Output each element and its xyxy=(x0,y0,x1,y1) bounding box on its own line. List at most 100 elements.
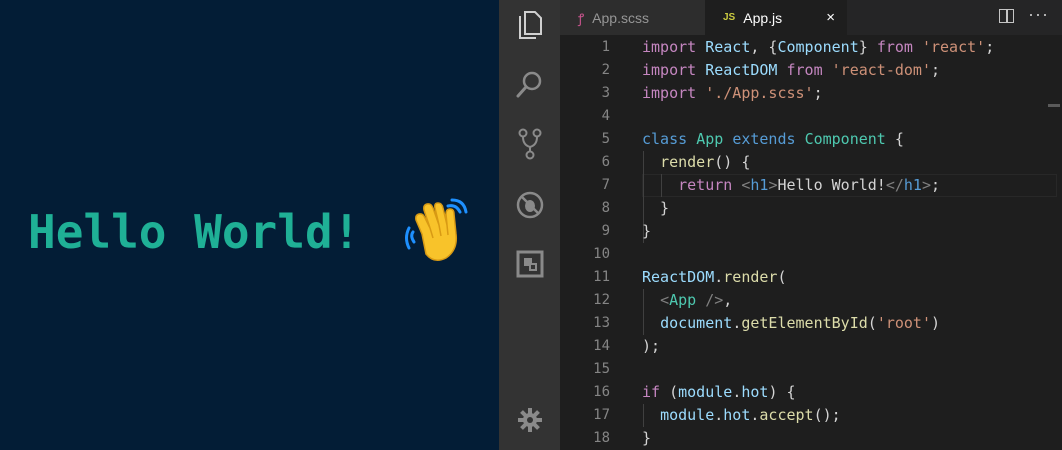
code-text: <App />, xyxy=(642,289,732,312)
code-line[interactable]: 10 xyxy=(560,243,1062,266)
explorer-icon[interactable] xyxy=(514,8,546,40)
code-line[interactable]: 2 import ReactDOM from 'react-dom'; xyxy=(560,59,1062,82)
line-number: 5 xyxy=(601,131,610,147)
code-line[interactable]: 13 document.getElementById('root') xyxy=(560,312,1062,335)
line-number: 18 xyxy=(593,430,610,446)
code-line[interactable]: 18} xyxy=(560,427,1062,450)
code-line[interactable]: 8 } xyxy=(560,197,1062,220)
code-token: ) xyxy=(931,314,941,332)
code-text: } xyxy=(642,220,651,243)
code-text: document.getElementById('root') xyxy=(642,312,940,335)
code-token: import xyxy=(642,38,697,56)
code-token: ReactDOM xyxy=(705,61,778,79)
tab-app-scss[interactable]: ꝭ App.scss xyxy=(560,0,705,35)
code-line[interactable]: 14); xyxy=(560,335,1062,358)
code-editor[interactable]: 1 import React, {Component} from 'react';… xyxy=(560,35,1062,450)
code-line[interactable]: 4 xyxy=(560,105,1062,128)
code-token: from xyxy=(786,61,823,79)
code-token: module xyxy=(660,406,715,424)
activity-bar xyxy=(499,0,560,450)
code-token: . xyxy=(714,268,724,286)
line-number: 16 xyxy=(593,384,610,400)
close-icon[interactable]: × xyxy=(826,9,835,26)
extensions-icon[interactable] xyxy=(514,248,546,280)
code-token: return xyxy=(678,176,733,194)
code-token: getElementById xyxy=(741,314,868,332)
js-file-icon: JS xyxy=(723,12,736,23)
code-token: < xyxy=(660,291,670,309)
settings-gear-icon[interactable] xyxy=(514,404,546,436)
code-token: accept xyxy=(759,406,814,424)
line-number: 9 xyxy=(601,223,610,239)
code-line[interactable]: 16 if (module.hot) { xyxy=(560,381,1062,404)
code-token: > xyxy=(921,176,931,194)
code-token: } xyxy=(642,222,652,240)
code-token: render xyxy=(660,153,715,171)
code-text: return <h1>Hello World!</h1>; xyxy=(642,174,940,197)
code-token: 'root' xyxy=(876,314,931,332)
code-token: App xyxy=(669,291,697,309)
code-token: ); xyxy=(642,337,661,355)
line-number: 11 xyxy=(593,269,610,285)
code-line[interactable]: 5 class App extends Component { xyxy=(560,128,1062,151)
code-token: . xyxy=(732,314,742,332)
code-token: h1 xyxy=(903,176,922,194)
code-token: , { xyxy=(750,38,778,56)
line-number: 4 xyxy=(601,108,610,124)
code-line[interactable]: 11 ReactDOM.render( xyxy=(560,266,1062,289)
code-text: module.hot.accept(); xyxy=(642,404,841,427)
code-token: import xyxy=(642,84,697,102)
split-editor-icon[interactable] xyxy=(999,9,1014,23)
more-actions-icon[interactable]: ··· xyxy=(1028,4,1049,25)
line-number: 7 xyxy=(601,177,610,193)
editor-tab-bar: ꝭ App.scss JS App.js × ··· xyxy=(560,0,1062,35)
code-token: import xyxy=(642,61,697,79)
code-line[interactable]: 6 render() { xyxy=(560,151,1062,174)
preview-heading: Hello World! xyxy=(28,205,361,259)
code-token: hot xyxy=(723,406,751,424)
code-line[interactable]: 12 <App />, xyxy=(560,289,1062,312)
code-token: h1 xyxy=(750,176,769,194)
code-line[interactable]: 1 import React, {Component} from 'react'; xyxy=(560,36,1062,59)
code-text: if (module.hot) { xyxy=(642,381,796,404)
code-token: } xyxy=(858,38,877,56)
code-token: ; xyxy=(985,38,995,56)
sass-icon: ꝭ xyxy=(578,10,585,26)
tab-app-js[interactable]: JS App.js × xyxy=(705,0,847,35)
line-number: 3 xyxy=(601,85,610,101)
search-icon[interactable] xyxy=(514,68,546,100)
app-preview: Hello World! xyxy=(0,0,499,450)
code-token: App xyxy=(696,130,724,148)
code-token: ; xyxy=(931,176,941,194)
code-text: } xyxy=(642,197,669,220)
code-text: render() { xyxy=(642,151,750,174)
code-line[interactable]: 15 xyxy=(560,358,1062,381)
code-token: React xyxy=(705,38,751,56)
code-token: Component xyxy=(777,38,859,56)
code-token: from xyxy=(876,38,913,56)
code-token: './App.scss' xyxy=(705,84,814,102)
debug-icon[interactable] xyxy=(514,189,546,221)
line-number: 8 xyxy=(601,200,610,216)
code-token: ; xyxy=(813,84,823,102)
code-line[interactable]: 9} xyxy=(560,220,1062,243)
line-number: 14 xyxy=(593,338,610,354)
code-text: class App extends Component { xyxy=(642,128,904,151)
code-token: Component xyxy=(804,130,886,148)
code-line[interactable]: 17 module.hot.accept(); xyxy=(560,404,1062,427)
line-number: 17 xyxy=(593,407,610,423)
tab-label: App.js xyxy=(743,9,783,26)
code-text: ReactDOM.render( xyxy=(642,266,787,289)
code-text: import React, {Component} from 'react'; xyxy=(642,36,994,59)
code-line[interactable]: 3 import './App.scss'; xyxy=(560,82,1062,105)
code-line[interactable]: 7 return <h1>Hello World!</h1>; xyxy=(560,174,1062,197)
source-control-icon[interactable] xyxy=(514,128,546,160)
